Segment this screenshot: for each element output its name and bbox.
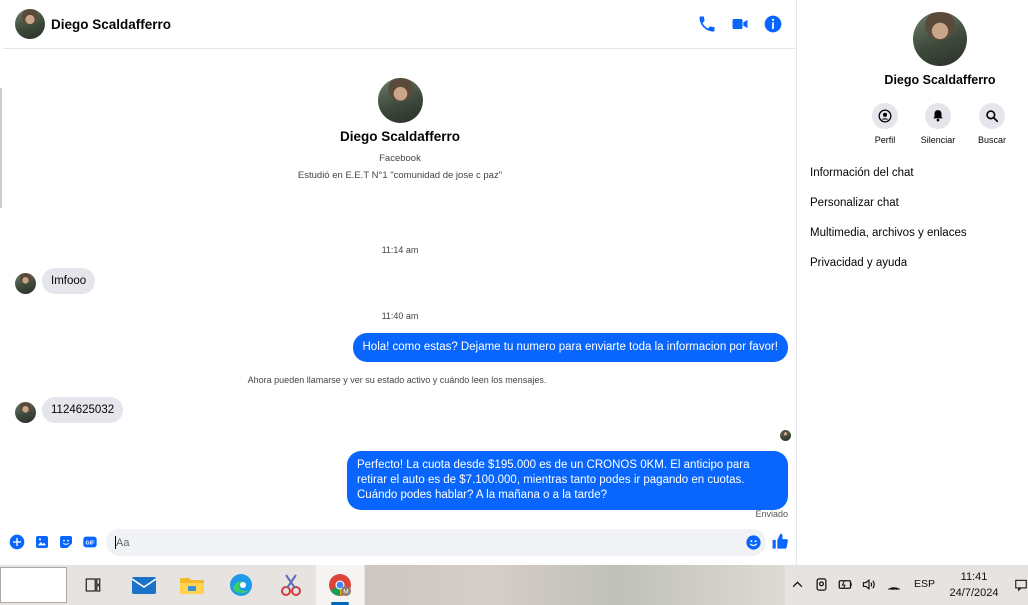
- video-call-icon[interactable]: [730, 14, 750, 34]
- edge-app[interactable]: [226, 570, 256, 600]
- profile-platform: Facebook: [379, 153, 421, 164]
- message-avatar: [15, 273, 36, 294]
- search-icon: [986, 110, 999, 123]
- phone-icon[interactable]: [697, 14, 717, 34]
- snipping-tool-app[interactable]: [276, 570, 306, 600]
- menu-chat-info[interactable]: Información del chat: [810, 167, 914, 179]
- outgoing-message[interactable]: Perfecto! La cuota desde $195.000 es de …: [347, 451, 788, 510]
- timestamp: 11:40 am: [381, 311, 419, 321]
- header-contact-name[interactable]: Diego Scaldafferro: [51, 17, 171, 32]
- plus-icon[interactable]: [9, 534, 25, 550]
- chat-info-panel: Diego Scaldafferro Perfil Silenciar Busc…: [798, 0, 1028, 565]
- outgoing-message[interactable]: Hola! como estas? Dejame tu numero para …: [352, 333, 788, 362]
- input-language[interactable]: ESP: [914, 578, 935, 590]
- user-icon: [878, 109, 892, 123]
- clock-date: 24/7/2024: [949, 587, 999, 599]
- windows-taskbar: M ESP 11:41 24/7/2024: [0, 565, 1028, 605]
- incoming-message[interactable]: 1124625032: [42, 397, 124, 423]
- message-input[interactable]: Aa: [106, 529, 766, 556]
- window-edge: [0, 88, 2, 208]
- chrome-app[interactable]: M: [325, 570, 355, 600]
- seen-indicator-avatar: [780, 430, 791, 441]
- search-button-label: Buscar: [977, 135, 1006, 145]
- profile-name: Diego Scaldafferro: [339, 129, 461, 144]
- chat-header: Diego Scaldafferro: [3, 0, 797, 49]
- notification-icon[interactable]: [1014, 575, 1028, 595]
- task-view-icon: [85, 578, 101, 592]
- file-explorer-app[interactable]: [177, 570, 207, 600]
- side-contact-name: Diego Scaldafferro: [884, 73, 996, 87]
- profile-bio: Estudió en E.E.T N°1 "comunidad de jose …: [297, 170, 503, 181]
- info-icon[interactable]: [763, 14, 783, 34]
- menu-customize-chat[interactable]: Personalizar chat: [810, 197, 899, 209]
- header-avatar[interactable]: [15, 9, 45, 39]
- message-input-placeholder: Aa: [116, 537, 130, 549]
- battery-icon[interactable]: [837, 577, 854, 592]
- profile-button[interactable]: Perfil: [860, 103, 910, 145]
- mail-icon: [131, 577, 157, 594]
- taskbar-wallpaper: [365, 565, 785, 605]
- bell-icon: [933, 110, 943, 122]
- mute-button[interactable]: Silenciar: [913, 103, 963, 145]
- taskbar-search-box[interactable]: [0, 567, 67, 603]
- taskbar-clock[interactable]: 11:41 24/7/2024: [944, 569, 1004, 601]
- composer: GIF Aa: [3, 528, 797, 558]
- thumbs-up-icon[interactable]: [771, 532, 790, 551]
- photo-icon[interactable]: [34, 534, 50, 550]
- sticker-icon[interactable]: [58, 534, 74, 550]
- wifi-icon[interactable]: [886, 577, 902, 592]
- task-view-button[interactable]: [78, 570, 108, 600]
- messenger-window: Diego Scaldafferro Diego Scaldafferro Fa…: [0, 0, 1028, 565]
- chevron-up-icon[interactable]: [791, 578, 804, 591]
- clock-time: 11:41: [960, 571, 988, 583]
- meet-now-icon[interactable]: [814, 576, 829, 593]
- snipping-tool-icon: [281, 574, 301, 596]
- gif-icon[interactable]: GIF: [82, 534, 98, 550]
- profile-button-label: Perfil: [874, 135, 896, 145]
- incoming-message[interactable]: Imfooo: [42, 268, 96, 294]
- menu-privacy-help[interactable]: Privacidad y ayuda: [810, 257, 907, 269]
- menu-media-files-links[interactable]: Multimedia, archivos y enlaces: [810, 227, 967, 239]
- system-note: Ahora pueden llamarse y ver su estado ac…: [247, 375, 547, 385]
- svg-text:GIF: GIF: [86, 541, 96, 547]
- profile-avatar[interactable]: [378, 78, 423, 123]
- message-avatar: [15, 402, 36, 423]
- mail-app[interactable]: [129, 570, 159, 600]
- volume-icon[interactable]: [861, 577, 877, 592]
- search-button[interactable]: Buscar: [967, 103, 1017, 145]
- emoji-icon[interactable]: [745, 534, 762, 551]
- edge-browser-icon: [230, 574, 252, 596]
- folder-icon: [180, 578, 204, 594]
- timestamp: 11:14 am: [381, 245, 419, 255]
- svg-text:M: M: [343, 589, 348, 596]
- mute-button-label: Silenciar: [920, 135, 956, 145]
- chrome-icon: M: [329, 574, 351, 596]
- chat-pane: Diego Scaldafferro Diego Scaldafferro Fa…: [3, 0, 797, 565]
- side-avatar[interactable]: [913, 12, 967, 66]
- message-status: Enviado: [755, 509, 788, 519]
